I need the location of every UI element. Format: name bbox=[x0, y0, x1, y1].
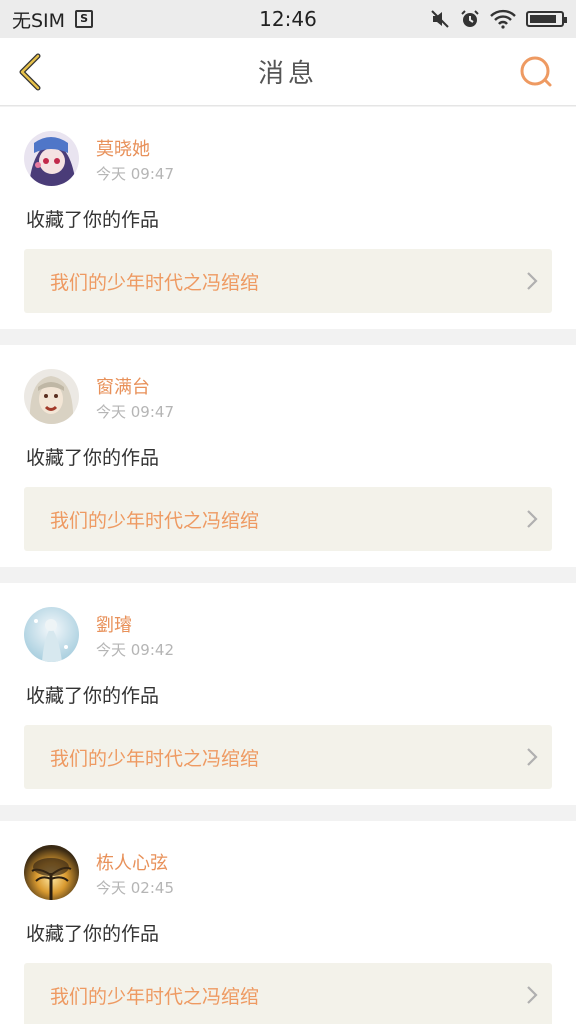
work-link[interactable]: 我们的少年时代之冯绾绾 bbox=[24, 249, 552, 313]
work-link[interactable]: 我们的少年时代之冯绾绾 bbox=[24, 725, 552, 789]
chevron-right-icon bbox=[512, 508, 552, 530]
timestamp: 今天 09:42 bbox=[96, 641, 174, 659]
user-name[interactable]: 窗满台 bbox=[96, 373, 150, 399]
action-text: 收藏了你的作品 bbox=[26, 923, 160, 945]
timestamp: 今天 02:45 bbox=[96, 879, 174, 897]
user-name[interactable]: 莫晓她 bbox=[96, 135, 150, 161]
timestamp: 今天 09:47 bbox=[96, 403, 174, 421]
chevron-right-icon bbox=[512, 746, 552, 768]
work-title: 我们的少年时代之冯绾绾 bbox=[50, 509, 260, 532]
user-name[interactable]: 栋人心弦 bbox=[96, 849, 168, 875]
mute-icon bbox=[431, 10, 449, 28]
timestamp: 今天 09:47 bbox=[96, 165, 174, 183]
work-title: 我们的少年时代之冯绾绾 bbox=[50, 747, 260, 770]
avatar[interactable] bbox=[24, 131, 79, 186]
status-right bbox=[430, 9, 567, 29]
work-title: 我们的少年时代之冯绾绾 bbox=[50, 271, 260, 294]
page-title: 消息 bbox=[257, 59, 318, 89]
action-text: 收藏了你的作品 bbox=[26, 685, 160, 707]
status-left: 无SIM S bbox=[12, 6, 430, 33]
action-text: 收藏了你的作品 bbox=[26, 447, 160, 469]
chevron-right-icon bbox=[512, 984, 552, 1006]
work-link[interactable]: 我们的少年时代之冯绾绾 bbox=[24, 487, 552, 551]
status-bar: 无SIM S 12:46 bbox=[0, 0, 576, 38]
search-button[interactable] bbox=[518, 54, 558, 94]
work-link[interactable]: 我们的少年时代之冯绾绾 bbox=[24, 963, 552, 1024]
chevron-left-icon bbox=[19, 53, 41, 91]
back-button[interactable] bbox=[14, 52, 54, 92]
wifi-icon bbox=[490, 9, 516, 29]
app-bar: 消息 bbox=[0, 38, 576, 106]
action-text: 收藏了你的作品 bbox=[26, 209, 160, 231]
search-icon bbox=[520, 56, 552, 87]
message-card: 栋人心弦 今天 02:45 收藏了你的作品 我们的少年时代之冯绾绾 bbox=[0, 821, 576, 1024]
avatar[interactable] bbox=[24, 369, 79, 424]
alarm-icon bbox=[461, 10, 479, 27]
carrier-label: 无SIM bbox=[12, 9, 66, 32]
chevron-right-icon bbox=[512, 270, 552, 292]
avatar[interactable] bbox=[24, 845, 79, 900]
sim-card-icon: S bbox=[75, 10, 94, 28]
message-card: 莫晓她 今天 09:47 收藏了你的作品 我们的少年时代之冯绾绾 bbox=[0, 107, 576, 329]
battery-icon bbox=[526, 11, 567, 27]
message-list: 莫晓她 今天 09:47 收藏了你的作品 我们的少年时代之冯绾绾 窗满台 今天 … bbox=[0, 107, 576, 1024]
work-title: 我们的少年时代之冯绾绾 bbox=[50, 985, 260, 1008]
message-card: 劉璿 今天 09:42 收藏了你的作品 我们的少年时代之冯绾绾 bbox=[0, 583, 576, 805]
user-name[interactable]: 劉璿 bbox=[96, 611, 132, 637]
avatar[interactable] bbox=[24, 607, 79, 662]
message-card: 窗满台 今天 09:47 收藏了你的作品 我们的少年时代之冯绾绾 bbox=[0, 345, 576, 567]
